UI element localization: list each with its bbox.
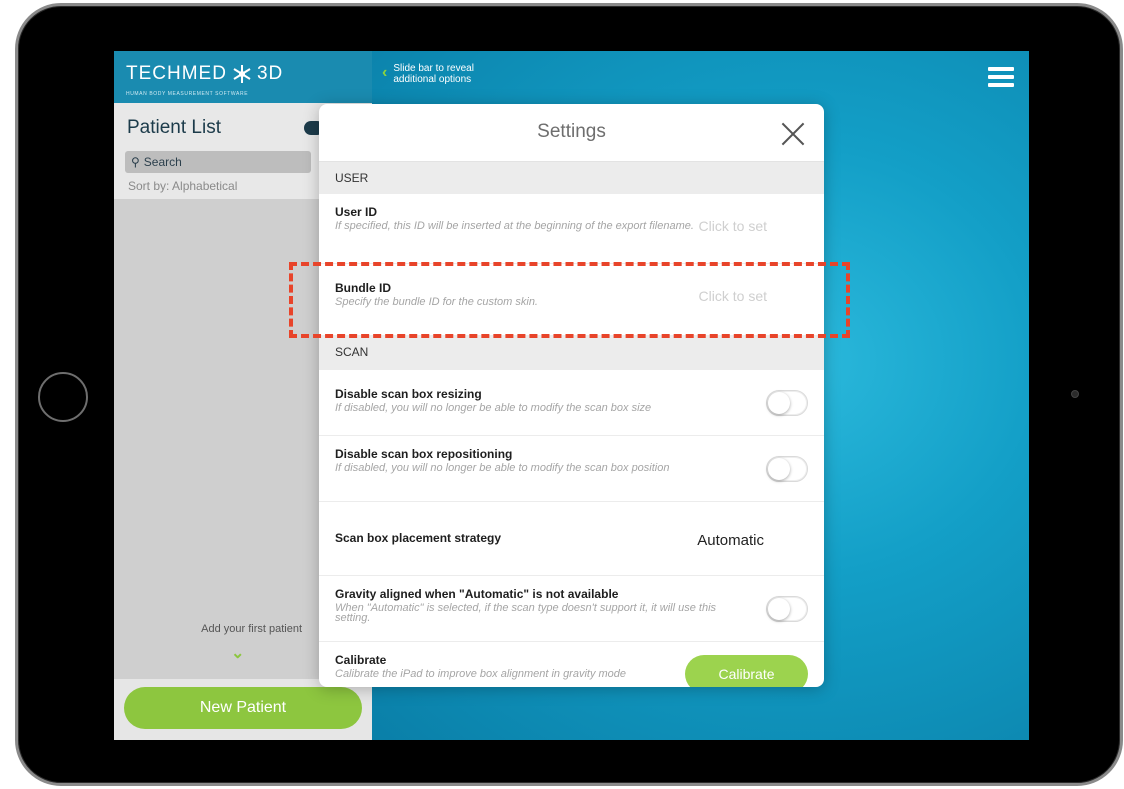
logo-text: TECHMED bbox=[126, 63, 227, 84]
disable-repositioning-title: Disable scan box repositioning bbox=[335, 447, 513, 461]
new-patient-button[interactable]: New Patient bbox=[124, 687, 362, 729]
search-input[interactable]: ⚲ Search bbox=[125, 151, 311, 173]
home-button[interactable] bbox=[38, 372, 88, 422]
settings-modal: Settings USER User ID If specified, this… bbox=[319, 104, 824, 687]
placement-strategy-value[interactable]: Automatic bbox=[697, 532, 764, 549]
settings-header: Settings bbox=[319, 104, 824, 162]
setting-placement-strategy[interactable]: Scan box placement strategy Automatic bbox=[319, 502, 824, 576]
disable-repositioning-toggle[interactable] bbox=[766, 456, 808, 482]
setting-disable-repositioning: Disable scan box repositioning If disabl… bbox=[319, 436, 824, 502]
disable-repositioning-desc: If disabled, you will no longer be able … bbox=[335, 462, 670, 474]
disable-resizing-toggle[interactable] bbox=[766, 390, 808, 416]
gravity-aligned-toggle[interactable] bbox=[766, 596, 808, 622]
gravity-aligned-desc: When "Automatic" is selected, if the sca… bbox=[335, 602, 717, 624]
search-icon: ⚲ bbox=[131, 155, 140, 169]
disable-resizing-desc: If disabled, you will no longer be able … bbox=[335, 402, 652, 414]
logo-subtitle: HUMAN BODY MEASUREMENT SOFTWARE bbox=[126, 91, 249, 97]
calibrate-desc: Calibrate the iPad to improve box alignm… bbox=[335, 668, 627, 680]
settings-title: Settings bbox=[537, 121, 606, 142]
app-screen: ‹ Slide bar to reveal additional options… bbox=[114, 51, 1029, 740]
calibrate-button[interactable]: Calibrate bbox=[685, 655, 808, 687]
search-placeholder: Search bbox=[143, 155, 182, 169]
setting-disable-resizing: Disable scan box resizing If disabled, y… bbox=[319, 370, 824, 436]
disable-resizing-title: Disable scan box resizing bbox=[335, 387, 482, 401]
setting-gravity-aligned: Gravity aligned when "Automatic" is not … bbox=[319, 576, 824, 642]
setting-user-id[interactable]: User ID If specified, this ID will be in… bbox=[319, 194, 824, 264]
sort-label[interactable]: Sort by: Alphabetical bbox=[128, 179, 237, 193]
slide-hint-line2: additional options bbox=[393, 74, 472, 85]
bundle-id-desc: Specify the bundle ID for the custom ski… bbox=[335, 296, 538, 308]
user-id-desc: If specified, this ID will be inserted a… bbox=[335, 220, 694, 232]
chevron-left-icon: ‹ bbox=[382, 64, 388, 81]
logo-suffix: 3D bbox=[256, 63, 284, 84]
user-id-value[interactable]: Click to set bbox=[699, 218, 767, 234]
logo-bar: TECHMED 3D HUMAN BODY MEASUREMENT SOFTWA… bbox=[114, 51, 372, 103]
chevron-down-icon: ⌄ bbox=[231, 645, 245, 662]
logo-star-icon bbox=[233, 65, 251, 83]
hamburger-menu-icon[interactable] bbox=[988, 67, 1014, 87]
gravity-aligned-title: Gravity aligned when "Automatic" is not … bbox=[335, 587, 619, 601]
section-scan: SCAN bbox=[319, 336, 824, 370]
slide-hint-line1: Slide bar to reveal bbox=[393, 63, 474, 74]
setting-calibrate: Calibrate Calibrate the iPad to improve … bbox=[319, 642, 824, 687]
camera-icon bbox=[1071, 390, 1079, 398]
user-id-title: User ID bbox=[335, 205, 378, 219]
bundle-id-value[interactable]: Click to set bbox=[699, 288, 767, 304]
setting-bundle-id[interactable]: Bundle ID Specify the bundle ID for the … bbox=[319, 264, 824, 336]
patient-list-title: Patient List bbox=[127, 117, 221, 138]
logo: TECHMED 3D bbox=[126, 63, 360, 85]
slide-hint[interactable]: ‹ Slide bar to reveal additional options bbox=[382, 63, 474, 85]
close-icon[interactable] bbox=[781, 122, 805, 146]
section-user: USER bbox=[319, 162, 824, 194]
